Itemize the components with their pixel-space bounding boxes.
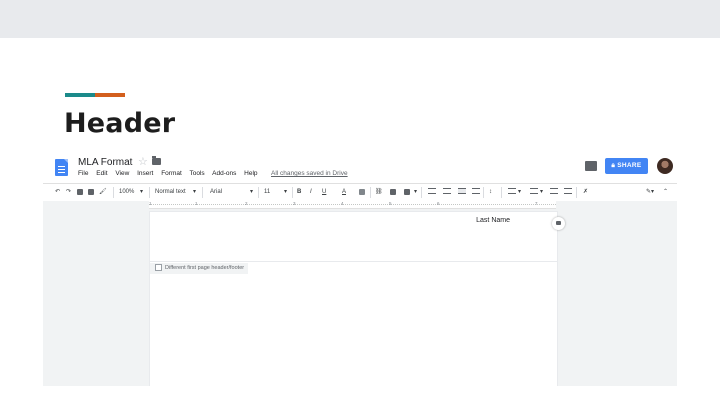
toolbar-divider xyxy=(576,187,577,198)
align-left-icon[interactable] xyxy=(428,188,436,194)
increase-indent-icon[interactable] xyxy=(564,188,572,194)
italic-button[interactable]: I xyxy=(310,187,312,197)
font-select[interactable]: Arial xyxy=(210,187,222,197)
size-dropdown-icon[interactable]: ▾ xyxy=(284,187,287,197)
zoom-dropdown-icon[interactable]: ▾ xyxy=(140,187,143,197)
toolbar-divider xyxy=(483,187,484,198)
folder-icon[interactable] xyxy=(152,156,161,165)
share-button[interactable]: 🔒︎ SHARE xyxy=(605,158,648,174)
font-size-select[interactable]: 11 xyxy=(264,187,270,197)
menu-insert[interactable]: Insert xyxy=(137,170,153,177)
image-dropdown-icon[interactable]: ▾ xyxy=(414,187,417,197)
google-docs-window: MLA Format ☆ File Edit View Insert Forma… xyxy=(43,150,677,386)
header-options[interactable]: Different first page header/footer xyxy=(150,263,249,274)
star-icon[interactable]: ☆ xyxy=(138,155,148,168)
toolbar-divider xyxy=(292,187,293,198)
ruler-mark: 1 xyxy=(149,201,152,206)
toolbar-divider xyxy=(501,187,502,198)
decrease-indent-icon[interactable] xyxy=(550,188,558,194)
undo-icon[interactable]: ↶ xyxy=(55,187,60,197)
ruler-mark: 7 xyxy=(535,201,538,206)
ruler-mark: 2 xyxy=(245,201,248,206)
spellcheck-icon[interactable] xyxy=(88,189,94,195)
document-workspace: 1 1 2 3 4 5 6 7 Last Name Different firs… xyxy=(43,201,677,386)
accent-bar-teal xyxy=(65,93,95,97)
align-right-icon[interactable] xyxy=(458,188,466,194)
style-select[interactable]: Normal text xyxy=(155,187,186,197)
toolbar-divider xyxy=(258,187,259,198)
insert-comment-icon[interactable] xyxy=(390,189,396,195)
top-band xyxy=(0,0,720,38)
menu-help[interactable]: Help xyxy=(244,170,257,177)
ruler-mark: 4 xyxy=(341,201,344,206)
toolbar-divider xyxy=(113,187,114,198)
font-dropdown-icon[interactable]: ▾ xyxy=(250,187,253,197)
paint-format-icon[interactable]: 🖌︎ xyxy=(99,187,107,197)
toolbar: ↶ ↷ 🖌︎ 100% ▾ Normal text ▾ Arial ▾ 11 ▾… xyxy=(43,183,677,202)
document-title[interactable]: MLA Format xyxy=(78,157,132,168)
share-label: SHARE xyxy=(617,162,642,169)
menu-file[interactable]: File xyxy=(78,170,88,177)
numbered-list-dropdown-icon[interactable]: ▾ xyxy=(518,187,521,197)
toolbar-divider xyxy=(370,187,371,198)
different-first-page-label: Different first page header/footer xyxy=(165,265,245,271)
zoom-select[interactable]: 100% xyxy=(119,187,134,197)
justify-icon[interactable] xyxy=(472,188,480,194)
user-avatar[interactable] xyxy=(657,158,673,174)
toolbar-divider xyxy=(149,187,150,198)
menu-format[interactable]: Format xyxy=(161,170,182,177)
editing-mode-icon[interactable]: ✎▾ xyxy=(646,187,654,197)
link-icon[interactable]: ⛓︎ xyxy=(375,187,383,197)
ruler[interactable]: 1 1 2 3 4 5 6 7 xyxy=(149,201,556,209)
toolbar-divider xyxy=(202,187,203,198)
menu-view[interactable]: View xyxy=(115,170,129,177)
numbered-list-icon[interactable] xyxy=(508,188,516,194)
text-color-button[interactable]: A xyxy=(342,187,346,197)
header-divider xyxy=(150,261,557,262)
lock-icon: 🔒︎ xyxy=(611,162,616,169)
style-dropdown-icon[interactable]: ▾ xyxy=(193,187,196,197)
save-status-link[interactable]: All changes saved in Drive xyxy=(271,170,348,177)
insert-image-icon[interactable] xyxy=(404,189,410,195)
bulleted-list-icon[interactable] xyxy=(530,188,538,194)
collapse-menu-icon[interactable]: ⌃ xyxy=(663,187,668,197)
menu-edit[interactable]: Edit xyxy=(96,170,107,177)
ruler-mark: 1 xyxy=(195,201,198,206)
highlight-icon[interactable] xyxy=(359,189,365,195)
align-center-icon[interactable] xyxy=(443,188,451,194)
line-spacing-icon[interactable]: ↕ xyxy=(489,187,492,197)
add-comment-icon[interactable] xyxy=(552,217,565,230)
checkbox-icon[interactable] xyxy=(155,264,162,272)
comments-icon[interactable] xyxy=(585,161,597,171)
document-page[interactable]: Last Name Different first page header/fo… xyxy=(149,211,558,386)
ruler-mark: 5 xyxy=(389,201,392,206)
ruler-mark: 3 xyxy=(293,201,296,206)
clear-formatting-icon[interactable]: ✗ xyxy=(583,187,588,197)
slide-title: Header xyxy=(64,108,176,139)
header-text[interactable]: Last Name xyxy=(476,217,510,224)
menu-addons[interactable]: Add-ons xyxy=(212,170,236,177)
accent-bar-orange xyxy=(95,93,125,97)
toolbar-divider xyxy=(421,187,422,198)
bold-button[interactable]: B xyxy=(297,187,301,197)
menu-bar: File Edit View Insert Format Tools Add-o… xyxy=(78,170,264,180)
underline-button[interactable]: U xyxy=(322,187,326,197)
ruler-mark: 6 xyxy=(437,201,440,206)
redo-icon[interactable]: ↷ xyxy=(66,187,71,197)
menu-tools[interactable]: Tools xyxy=(189,170,204,177)
bulleted-list-dropdown-icon[interactable]: ▾ xyxy=(540,187,543,197)
print-icon[interactable] xyxy=(77,189,83,195)
docs-logo-icon[interactable] xyxy=(55,159,68,176)
